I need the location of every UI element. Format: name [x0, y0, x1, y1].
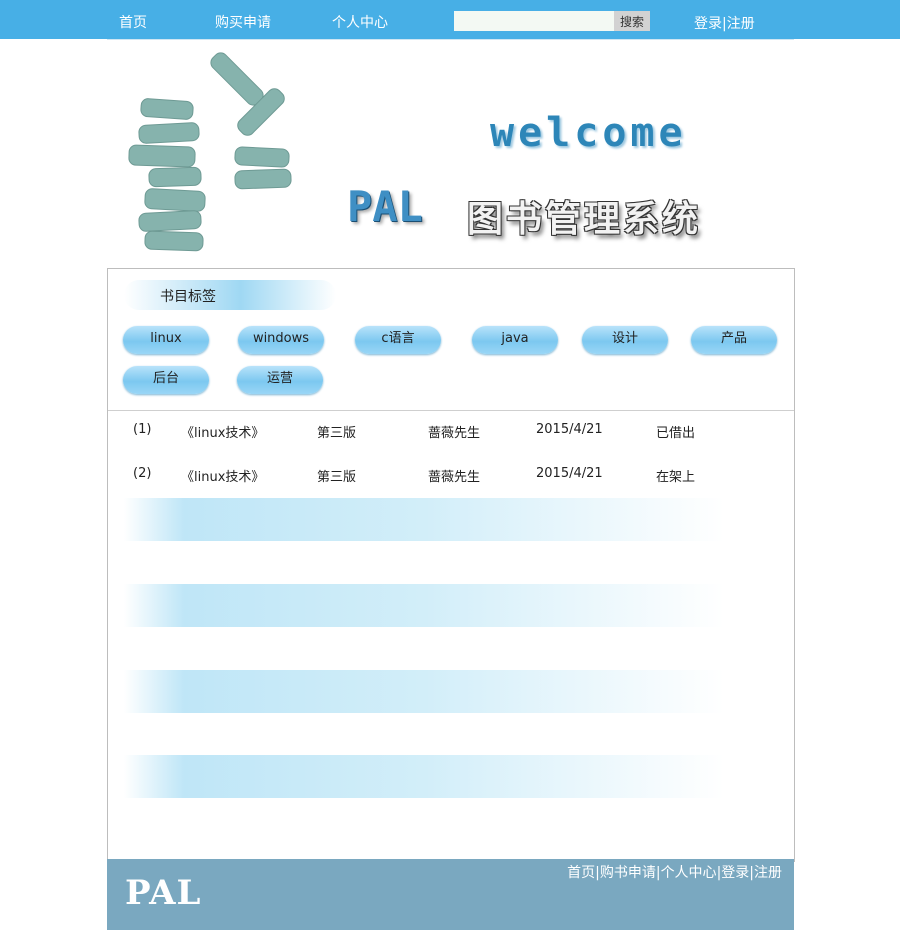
footer-personal-center-link[interactable]: 个人中心 — [661, 865, 717, 881]
system-title: 图书管理系统 — [467, 198, 702, 240]
tag-section-title: 书目标签 — [160, 289, 216, 305]
tag-design[interactable]: 设计 — [582, 326, 668, 354]
book-index: (2) — [133, 466, 152, 481]
search-button[interactable]: 搜索 — [614, 11, 650, 31]
empty-row-stripe — [124, 670, 724, 713]
tag-backend[interactable]: 后台 — [123, 366, 209, 394]
tag-section-header: 书目标签 — [124, 280, 336, 310]
book-edition: 第三版 — [317, 426, 357, 441]
book-title[interactable]: 《linux技术》 — [181, 422, 264, 441]
book-status: 在架上 — [656, 470, 696, 485]
tag-operations[interactable]: 运营 — [237, 366, 323, 394]
book-author: 蔷薇先生 — [428, 470, 481, 485]
book-title[interactable]: 《linux技术》 — [181, 466, 264, 485]
welcome-heading: welcome — [490, 110, 687, 156]
book-row[interactable]: (1) 《linux技术》 第三版 蔷薇先生 2015/4/21 已借出 — [123, 411, 723, 454]
nav-home-link[interactable]: 首页 — [119, 12, 147, 32]
tag-java[interactable]: java — [472, 326, 558, 354]
tag-windows[interactable]: windows — [238, 326, 324, 354]
footer: 首页|购书申请|个人中心|登录|注册 PAL — [107, 859, 794, 930]
tag-c-language[interactable]: c语言 — [355, 326, 441, 354]
tag-product[interactable]: 产品 — [691, 326, 777, 354]
nav-personal-center-link[interactable]: 个人中心 — [332, 12, 388, 32]
book-author: 蔷薇先生 — [428, 426, 481, 441]
book-date: 2015/4/21 — [536, 422, 603, 437]
footer-register-link[interactable]: 注册 — [754, 865, 782, 881]
footer-logo: PAL — [125, 873, 202, 913]
register-link[interactable]: 注册 — [727, 16, 755, 32]
brand-title: PAL — [347, 182, 423, 231]
footer-book-request-link[interactable]: 购书申请 — [600, 865, 656, 881]
book-edition: 第三版 — [317, 470, 357, 485]
books-logo-icon — [128, 52, 292, 252]
tag-linux[interactable]: linux — [123, 326, 209, 354]
search-input[interactable] — [454, 11, 614, 31]
empty-row-stripe — [124, 498, 724, 541]
top-nav-bar: 首页 购买申请 个人中心 搜索 登录|注册 — [0, 0, 900, 39]
footer-home-link[interactable]: 首页 — [567, 865, 595, 881]
empty-row-stripe — [124, 755, 724, 798]
nav-purchase-request-link[interactable]: 购买申请 — [215, 12, 271, 32]
hero-banner: welcome PAL 图书管理系统 — [107, 39, 794, 268]
book-index: (1) — [133, 422, 152, 437]
footer-links: 首页|购书申请|个人中心|登录|注册 — [567, 862, 782, 882]
footer-login-link[interactable]: 登录 — [721, 865, 749, 881]
empty-row-stripe — [124, 584, 724, 627]
book-status: 已借出 — [656, 426, 696, 441]
book-row[interactable]: (2) 《linux技术》 第三版 蔷薇先生 2015/4/21 在架上 — [123, 455, 723, 498]
main-panel: 书目标签 linux windows c语言 java 设计 产品 后台 运营 … — [107, 268, 795, 862]
login-link[interactable]: 登录 — [694, 16, 722, 32]
auth-links: 登录|注册 — [694, 13, 755, 33]
book-date: 2015/4/21 — [536, 466, 603, 481]
